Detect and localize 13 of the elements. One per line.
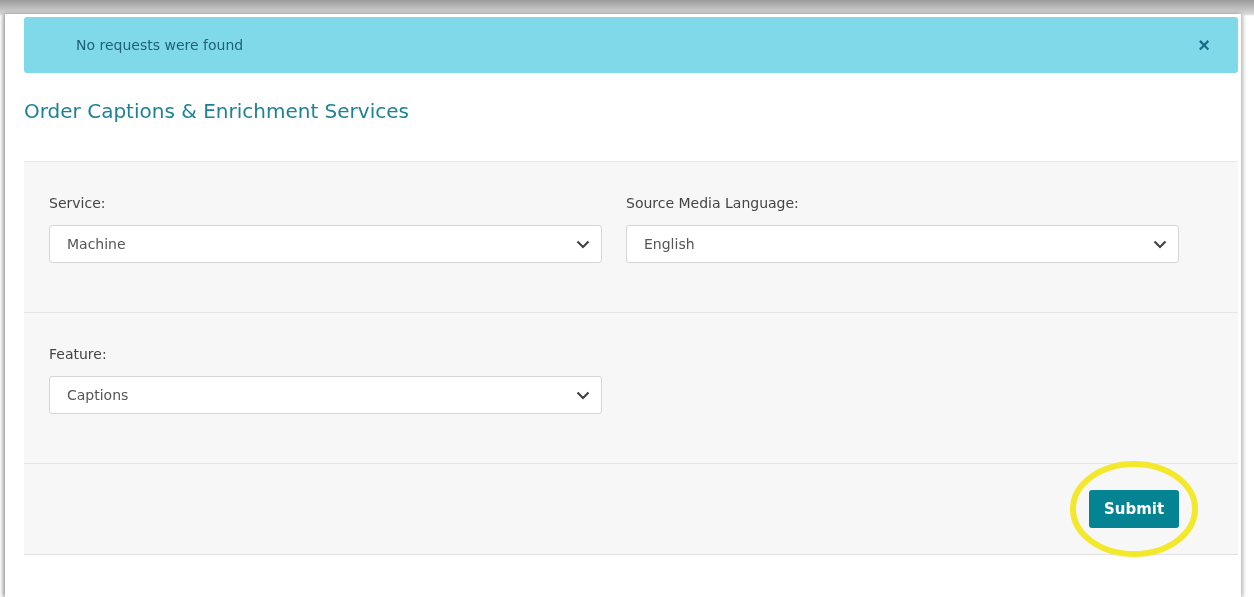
alert-message: No requests were found [76, 37, 244, 53]
page-title: Order Captions & Enrichment Services [24, 99, 410, 123]
field-label: Feature: [49, 346, 108, 362]
field-label: Service: [49, 195, 107, 211]
chevron-down-icon [576, 239, 590, 249]
select-field[interactable]: English [626, 225, 1179, 263]
close-button[interactable]: × [1194, 33, 1214, 57]
select-field[interactable]: Machine [49, 225, 602, 263]
field-label: Source Media Language: [626, 195, 800, 211]
chevron-down-icon [1153, 239, 1167, 249]
chevron-down-icon [576, 390, 590, 400]
submit-button[interactable]: Submit [1089, 490, 1179, 528]
select-field[interactable]: Captions [49, 376, 602, 414]
